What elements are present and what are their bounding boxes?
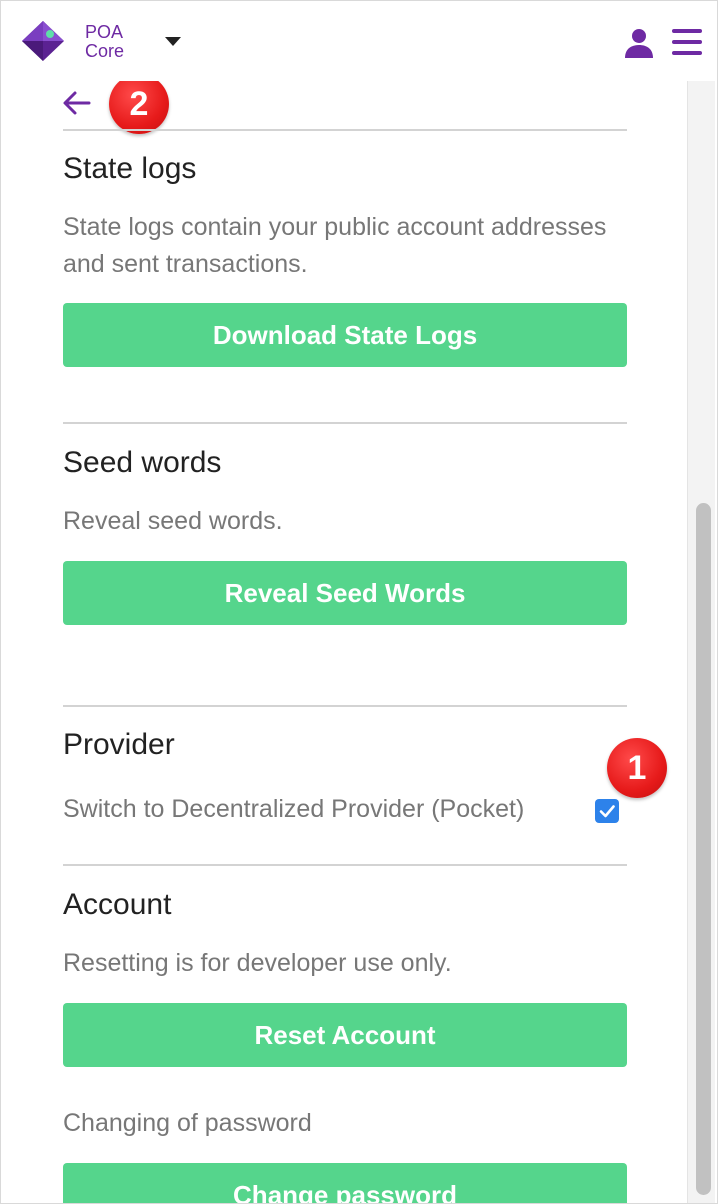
app-header: POA Core — [1, 1, 717, 81]
account-icon[interactable] — [623, 27, 655, 59]
app-window: 2 State logs State logs contain your pub… — [0, 0, 718, 1204]
reveal-seed-words-button[interactable]: Reveal Seed Words — [63, 561, 627, 625]
provider-toggle-label: Switch to Decentralized Provider (Pocket… — [63, 795, 525, 823]
divider — [63, 864, 627, 866]
state-logs-title: State logs — [63, 152, 197, 185]
account-title: Account — [63, 888, 172, 921]
divider — [63, 422, 627, 424]
annotation-badge-1: 1 — [607, 738, 667, 798]
annotation-badge-2: 2 — [109, 74, 169, 134]
network-name-line2: Core — [85, 41, 125, 61]
network-selector[interactable]: POA Core — [85, 23, 124, 61]
account-description: Resetting is for developer use only. — [63, 949, 452, 977]
provider-title: Provider — [63, 728, 175, 761]
hamburger-menu-icon[interactable] — [672, 29, 702, 55]
app-logo-icon[interactable] — [19, 18, 67, 64]
reset-account-button[interactable]: Reset Account — [63, 1003, 627, 1067]
network-name-line1: POA — [85, 22, 124, 42]
download-state-logs-button[interactable]: Download State Logs — [63, 303, 627, 367]
provider-checkbox[interactable] — [595, 799, 619, 823]
chevron-down-icon[interactable] — [165, 37, 181, 46]
state-logs-description: State logs contain your public account a… — [63, 213, 607, 278]
back-arrow-icon[interactable] — [61, 87, 93, 119]
seed-words-description: Reveal seed words. — [63, 507, 283, 535]
divider — [63, 705, 627, 707]
seed-words-title: Seed words — [63, 446, 222, 479]
scrollbar-thumb[interactable] — [696, 503, 711, 1195]
change-password-button[interactable]: Change password — [63, 1163, 627, 1203]
change-password-label: Changing of password — [63, 1109, 312, 1137]
divider — [63, 129, 627, 131]
checkmark-icon — [599, 805, 615, 818]
